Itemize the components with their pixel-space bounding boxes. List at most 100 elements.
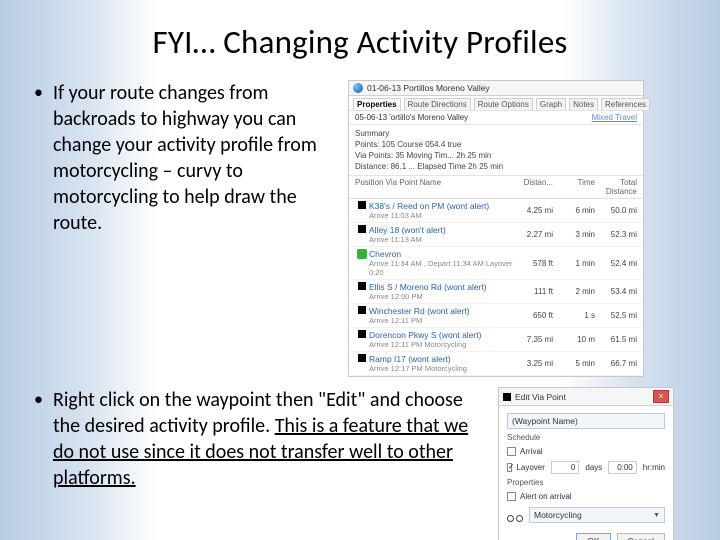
row-time: Arrive 12:17 PM Motorcycling: [369, 364, 519, 373]
row-name: Alley 18 (won't alert): [369, 225, 519, 235]
row-value: 52.5 mi: [603, 311, 637, 320]
layover-checkbox[interactable]: [507, 463, 512, 472]
row-name: Ramp I17 (wont alert): [369, 354, 519, 364]
row-name: Dorencon Pkwy S (wont alert): [369, 330, 519, 340]
tab-references[interactable]: References: [601, 98, 650, 110]
bullet-2-text: Right click on the waypoint then "Edit" …: [53, 387, 484, 491]
row-value: 50.0 mi: [603, 206, 637, 215]
row-value: 5 min: [561, 359, 595, 368]
flag-icon: [358, 201, 366, 209]
bullet-dot: •: [34, 80, 43, 104]
layover-label: Layover: [516, 463, 544, 472]
tab-route-options[interactable]: Route Options: [474, 98, 533, 110]
row-name: Ellis S / Moreno Rd (wont alert): [369, 282, 519, 292]
row-value: 2 min: [561, 287, 595, 296]
flag-icon: [358, 306, 366, 314]
row-time: Arrive 12:00 PM: [369, 292, 519, 301]
travel-mode-link[interactable]: Mixed Travel: [592, 113, 637, 122]
chevron-down-icon: ▼: [653, 512, 660, 519]
waypoint-name-field[interactable]: (Waypoint Name): [507, 413, 665, 429]
row-name: K38's / Reed on PM (wont alert): [369, 201, 519, 211]
layover-days-unit: days: [585, 463, 602, 472]
dialog-titlebar: Edit Via Point ×: [499, 388, 673, 406]
row-value: 650 ft: [519, 311, 553, 320]
properties-label: Properties: [507, 478, 665, 487]
row-value: 578 ft: [519, 259, 553, 268]
row-value: 6 min: [561, 206, 595, 215]
summary-line-2: Via Points: 35 Moving Tim... 2h 25 min: [355, 150, 637, 161]
tab-bar: Properties Route Directions Route Option…: [349, 96, 643, 110]
bullet-1-text: If your route changes from backroads to …: [53, 80, 334, 236]
summary-line-3: Distance: 86.1 ... Elapsed Time 2h 25 mi…: [355, 161, 637, 172]
activity-dropdown[interactable]: Motorcycling ▼: [529, 507, 665, 523]
row-value: 3.25 mi: [519, 359, 553, 368]
row-value: 3 min: [561, 230, 595, 239]
ok-button[interactable]: OK: [576, 533, 610, 540]
route-date-name: 05-06-13 'ortillo's Moreno Valley: [355, 113, 468, 122]
row-value: 52.4 mi: [603, 259, 637, 268]
row-value: 4.25 mi: [519, 206, 553, 215]
flag-icon: [358, 330, 366, 338]
row-value: 61.5 mi: [603, 335, 637, 344]
row-value: 1 s: [561, 311, 595, 320]
schedule-label: Schedule: [507, 433, 665, 442]
tab-properties[interactable]: Properties: [353, 98, 401, 110]
row-value: 111 ft: [519, 287, 553, 296]
row-value: 52.3 mi: [603, 230, 637, 239]
row-time: Arrive 12:11 PM: [369, 316, 519, 325]
table-row[interactable]: Ramp I17 (wont alert)Arrive 12:17 PM Mot…: [349, 352, 643, 376]
row-value: 1 min: [561, 259, 595, 268]
bullet-dot: •: [34, 387, 43, 411]
summary-line-1: Points: 105 Course 054.4 true: [355, 139, 637, 150]
layover-days-field[interactable]: 0: [551, 461, 579, 474]
motorcycle-icon: [507, 508, 523, 522]
row-value: 7.35 mi: [519, 335, 553, 344]
table-row[interactable]: Dorencon Pkwy S (wont alert)Arrive 12:11…: [349, 328, 643, 352]
table-header: Position Via Point Name Distan... Time T…: [349, 176, 643, 199]
col-total-distance: Total Distance: [603, 178, 637, 196]
window-titlebar: 01-06-13 Portillos Moreno Valley: [349, 81, 643, 96]
col-position-name: Position Via Point Name: [355, 178, 519, 196]
table-row[interactable]: ChevronArrive 11:34 AM , Depart 11:34 AM…: [349, 247, 643, 280]
row-value: 53.4 mi: [603, 287, 637, 296]
close-icon[interactable]: ×: [653, 390, 669, 403]
flag-icon: [358, 282, 366, 290]
row-value: 2.27 mi: [519, 230, 553, 239]
layover-hrmin-field[interactable]: 0:00: [608, 461, 636, 474]
tab-graph[interactable]: Graph: [536, 98, 566, 110]
screenshot-route-properties: 01-06-13 Portillos Moreno Valley Propert…: [348, 80, 644, 377]
layover-hrmin-unit: hr:min: [643, 463, 665, 472]
row-name: Winchester Rd (wont alert): [369, 306, 519, 316]
table-row[interactable]: K38's / Reed on PM (wont alert)Arrive 11…: [349, 199, 643, 223]
row-value: 66.7 mi: [603, 359, 637, 368]
screenshot-edit-via-point: Edit Via Point × (Waypoint Name) Schedul…: [498, 387, 674, 540]
tab-route-directions[interactable]: Route Directions: [404, 98, 471, 110]
arrival-checkbox[interactable]: [507, 447, 516, 456]
row-value: 10 m: [561, 335, 595, 344]
table-row[interactable]: Winchester Rd (wont alert)Arrive 12:11 P…: [349, 304, 643, 328]
col-time: Time: [561, 178, 595, 196]
table-row[interactable]: Ellis S / Moreno Rd (wont alert)Arrive 1…: [349, 280, 643, 304]
flag-icon: [358, 225, 366, 233]
tab-notes[interactable]: Notes: [569, 98, 598, 110]
summary-block: Summary Points: 105 Course 054.4 true Vi…: [349, 125, 643, 176]
flag-icon: [503, 393, 511, 401]
summary-label: Summary: [355, 128, 637, 139]
flag-icon: [358, 354, 366, 362]
alert-checkbox[interactable]: [507, 492, 516, 501]
row-name: Chevron: [369, 249, 519, 259]
activity-value: Motorcycling: [534, 510, 582, 520]
window-title-text: 01-06-13 Portillos Moreno Valley: [367, 83, 490, 93]
globe-icon: [353, 83, 363, 93]
alert-label: Alert on arrival: [520, 492, 572, 501]
row-time: Arrive 11:03 AM: [369, 211, 519, 220]
cancel-button[interactable]: Cancel: [617, 533, 665, 540]
dialog-title: Edit Via Point: [515, 392, 566, 402]
table-row[interactable]: Alley 18 (won't alert)Arrive 11:13 AM2.2…: [349, 223, 643, 247]
row-time: Arrive 12:11 PM Motorcycling: [369, 340, 519, 349]
arrival-label: Arrival: [520, 447, 543, 456]
gas-icon: [357, 249, 367, 259]
col-distance: Distan...: [519, 178, 553, 196]
row-time: Arrive 11:34 AM , Depart 11:34 AM Layove…: [369, 259, 519, 277]
slide-title: FYI… Changing Activity Profiles: [34, 22, 686, 62]
